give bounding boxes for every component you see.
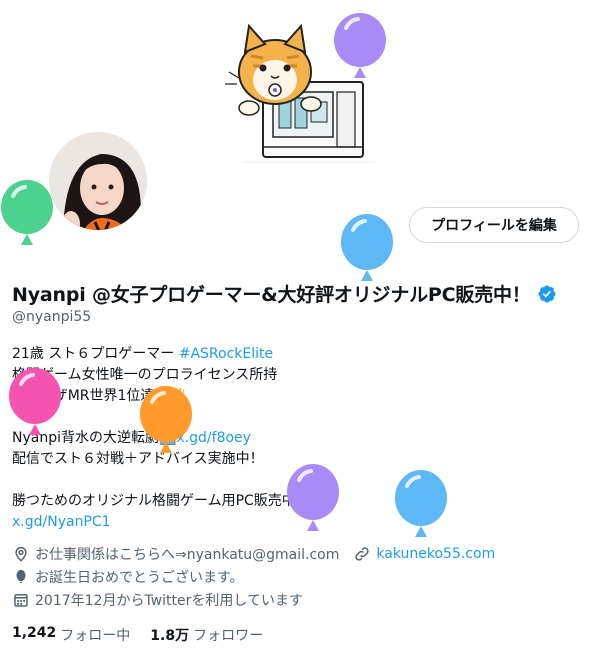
bio-line: 勝つためのオリジナル格闘ゲーム用PC販売中❗ (12, 493, 314, 509)
profile-meta-row: お誕生日おめでとうございます。 (12, 567, 244, 587)
location-pin-icon (15, 546, 27, 562)
verified-badge-icon (538, 284, 556, 303)
followers-label: フォロワー (193, 628, 264, 644)
location-item: お仕事関係はこちらへ⇒nyankatu@gmail.com (12, 544, 339, 564)
following-count: 1,242 (12, 625, 57, 641)
bio-line: 21歳 スト６プロゲーマー #ASRockElite (12, 344, 313, 365)
display-name-row: Nyanpi @女子プロゲーマー&大好評オリジナルPC販売中！ (12, 280, 557, 307)
green-balloon-icon (1, 180, 53, 245)
calendar-icon (14, 594, 28, 607)
avatar-photo (49, 132, 147, 230)
followers-link[interactable]: 1.8万 フォロワー (150, 625, 263, 645)
bio-link[interactable]: x.gd/NyanPC1 (12, 514, 111, 530)
bio-spacer (12, 470, 313, 491)
hashtag-link[interactable]: #ASRockElite (179, 346, 273, 362)
bio-text: 21歳 スト６プロゲーマー (12, 346, 179, 362)
following-link[interactable]: 1,242 フォロー中 (12, 625, 130, 645)
pink-balloon-icon (9, 368, 61, 435)
balloon-icon (16, 569, 26, 583)
profile-meta-row: 2017年12月からTwitterを利用しています (12, 590, 303, 610)
birthday-text: お誕生日おめでとうございます。 (35, 570, 244, 586)
link-icon (355, 547, 370, 561)
edit-profile-button[interactable]: プロフィールを編集 (409, 207, 579, 243)
followers-count: 1.8万 (150, 628, 190, 644)
follow-stats: 1,242 フォロー中 1.8万 フォロワー (12, 625, 263, 645)
website-link[interactable]: kakuneko55.com (376, 546, 495, 562)
user-handle: @nyanpi55 (12, 309, 92, 325)
joined-text: 2017年12月からTwitterを利用しています (35, 593, 303, 609)
following-label: フォロー中 (60, 628, 131, 644)
purple-balloon-icon (287, 464, 339, 531)
avatar[interactable] (45, 128, 151, 234)
display-name: Nyanpi @女子プロゲーマー&大好評オリジナルPC販売中！ (12, 284, 531, 306)
purple-balloon-icon (334, 13, 386, 78)
orange-balloon-icon (140, 386, 192, 453)
blue-balloon-icon (395, 470, 447, 537)
blue-balloon-icon (341, 214, 393, 281)
bio-line: x.gd/NyanPC1 (12, 512, 313, 533)
location-text: お仕事関係はこちらへ⇒nyankatu@gmail.com (35, 547, 340, 563)
